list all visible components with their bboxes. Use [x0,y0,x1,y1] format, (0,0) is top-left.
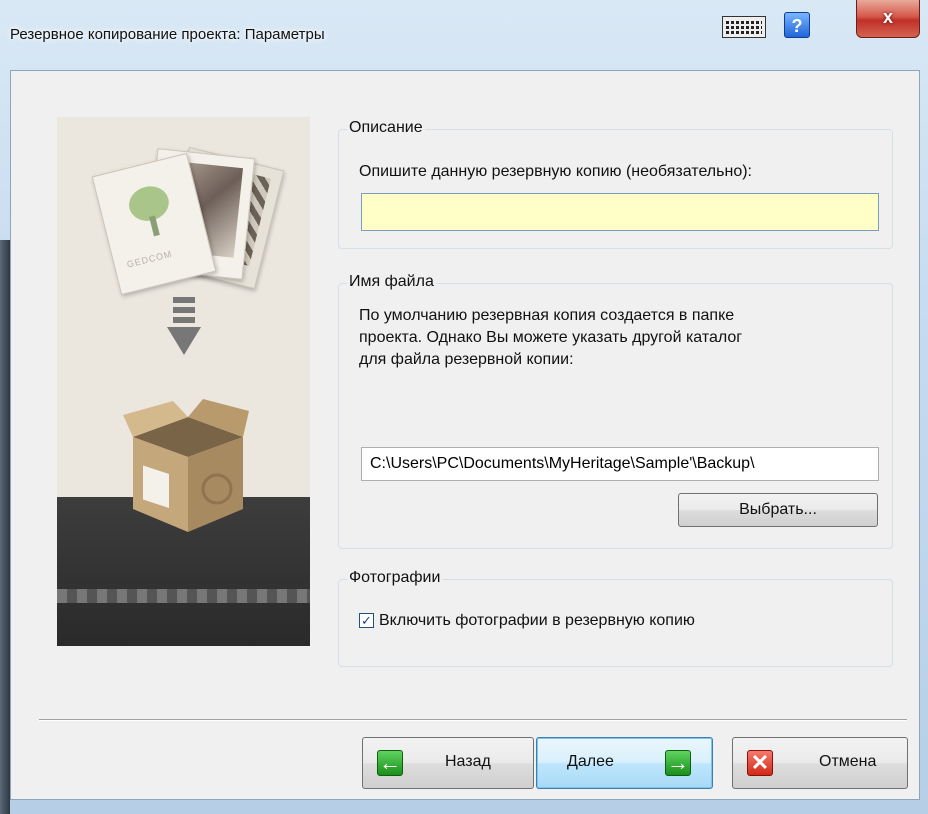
description-group [338,129,893,249]
photos-group-title: Фотографии [347,569,443,587]
include-photos-checkbox[interactable]: ✓ [359,613,374,628]
dialog-window: Резервное копирование проекта: Параметры… [0,0,928,814]
gedcom-card-label: GEDCOM [125,248,174,270]
cardboard-box-icon [123,399,249,532]
back-button[interactable]: ← Назад [362,737,534,789]
dialog-client-area: GEDCOM Описание Опишите данную резервную… [10,70,920,800]
title-bar[interactable]: Резервное копирование проекта: Параметры… [0,0,928,70]
arrow-left-icon: ← [377,750,403,776]
help-button[interactable]: ? [784,12,810,38]
filename-info-line-1: По умолчанию резервная копия создается в… [359,307,735,324]
next-button[interactable]: Далее → [536,737,713,789]
filename-group-title: Имя файла [347,273,436,291]
backup-path-input[interactable] [361,447,879,481]
window-frame-left [0,240,10,814]
photo-cards-image: GEDCOM [91,146,285,297]
back-button-label: Назад [445,753,491,770]
include-photos-label[interactable]: Включить фотографии в резервную копию [379,610,695,632]
window-title: Резервное копирование проекта: Параметры [10,26,325,43]
browse-button[interactable]: Выбрать... [678,493,878,527]
next-button-label: Далее [567,753,614,770]
browse-button-label: Выбрать... [739,501,817,518]
cancel-button[interactable]: ✕ Отмена [732,737,908,789]
backup-illustration: GEDCOM [57,117,310,646]
footer-separator [39,719,907,721]
description-group-title: Описание [347,119,425,137]
arrow-down-icon [167,297,201,355]
description-input[interactable] [361,193,879,231]
description-prompt: Опишите данную резервную копию (необязат… [359,163,752,180]
filename-info-line-3: для файла резервной копии: [359,351,574,368]
close-button[interactable]: x [856,0,920,38]
cancel-button-label: Отмена [819,753,877,770]
keyboard-icon[interactable] [722,16,766,38]
arrow-right-icon: → [665,750,691,776]
cancel-x-icon: ✕ [747,750,773,776]
filename-info-line-2: проекта. Однако Вы можете указать другой… [359,329,743,346]
